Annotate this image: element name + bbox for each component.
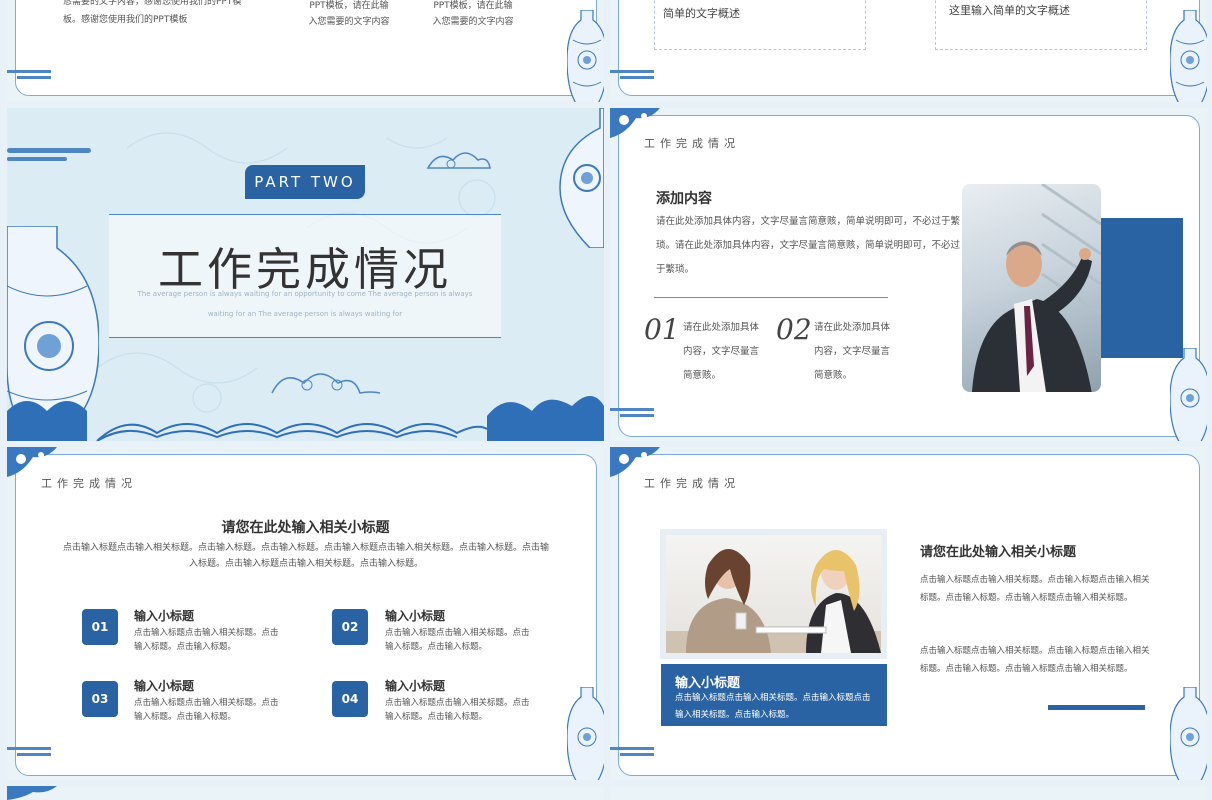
content-heading: 请您在此处输入相关小标题 (920, 545, 1077, 560)
cloud-stripe-decoration (610, 747, 654, 750)
item-text-01: 点击输入标题点击输入相关标题。点击输入标题。点击输入标题。 (134, 628, 279, 652)
cloud-stripe-decoration (17, 76, 51, 79)
slide-8-partial[interactable] (610, 786, 1207, 800)
vase-icon (1170, 687, 1207, 780)
content-heading: 请您在此处输入相关小标题 (221, 520, 390, 536)
item-title-03: 输入小标题 (134, 679, 195, 693)
item-text-03: 点击输入标题点击输入相关标题。点击输入标题。点击输入标题。 (134, 698, 279, 722)
wave-decoration (7, 396, 604, 441)
section-label: 工作完成情况 (644, 137, 740, 150)
meeting-photo (666, 535, 881, 653)
cloud-stripe-decoration (620, 753, 654, 756)
photo-frame (660, 529, 887, 659)
slide-2[interactable]: 简单的文字概述 这里输入简单的文字概述 (610, 0, 1207, 102)
number-badge-01: 01 (82, 609, 118, 645)
item-title-02: 输入小标题 (385, 609, 446, 623)
vase-icon (1170, 10, 1207, 102)
box-text-left: 简单的文字概述 (663, 7, 740, 20)
text-col-2: PPT模板，请在此输入您需要的文字内容 (308, 1, 390, 27)
cloud-stripe-decoration (7, 70, 51, 73)
cloud-stripe-decoration (17, 753, 51, 756)
corner-flower-icon (7, 786, 57, 800)
box-text-right: 这里输入简单的文字概述 (949, 4, 1070, 17)
item-text-02: 点击输入标题点击输入相关标题。点击输入标题。点击输入标题。 (385, 628, 530, 652)
number-badge-02: 02 (332, 609, 368, 645)
slide-4-content[interactable]: 工作完成情况 添加内容 请在此处添加具体内容，文字尽量言简意赅，简单说明即可，不… (610, 108, 1207, 441)
cloud-stripe-decoration (7, 157, 67, 161)
slide-6-content[interactable]: 工作完成情况 输入小标题 点击输入标题点击输入相关标题。点击输入标题点击输入相关… (610, 447, 1207, 780)
cloud-stripe-decoration (620, 76, 654, 79)
content-paragraph-1: 点击输入标题点击输入相关标题。点击输入标题点击输入相关标题。点击输入标题。点击输… (920, 575, 1150, 603)
item-text-01: 请在此处添加具体内容，文字尽量言简意赅。 (683, 322, 760, 381)
item-number-01: 01 (644, 313, 680, 346)
slide-7-partial[interactable] (7, 786, 604, 800)
accent-bar (1048, 705, 1145, 710)
slide-1[interactable]: 恳需要的文字内容，感谢您使用我们的PPT模板。感谢您使用我们的PPT模板 PPT… (7, 0, 604, 102)
cloud-stripe-decoration (620, 414, 654, 417)
cloud-stripe-decoration (610, 70, 654, 73)
item-text-04: 点击输入标题点击输入相关标题。点击输入标题。点击输入标题。 (385, 698, 530, 722)
divider-line (654, 297, 888, 298)
section-label: 工作完成情况 (41, 477, 137, 490)
number-badge-03: 03 (82, 681, 118, 717)
subtitle-box: 输入小标题 点击输入标题点击输入相关标题。点击输入标题点击输入相关标题。点击输入… (661, 664, 887, 726)
item-number-02: 02 (776, 313, 812, 346)
item-title-04: 输入小标题 (385, 679, 446, 693)
slide-3-section-title[interactable]: PART TWO 工作完成情况 The average person is al… (7, 108, 604, 441)
section-title: 工作完成情况 (157, 243, 452, 296)
section-label: 工作完成情况 (644, 477, 740, 490)
vase-icon (567, 10, 604, 102)
box-title: 输入小标题 (675, 676, 741, 691)
auspicious-cloud-icon (426, 152, 491, 169)
vase-icon (1170, 348, 1207, 441)
content-heading: 添加内容 (656, 191, 712, 207)
title-box: 工作完成情况 The average person is always wait… (109, 214, 501, 338)
cloud-stripe-decoration (7, 747, 51, 750)
number-badge-04: 04 (332, 681, 368, 717)
slide-5-content[interactable]: 工作完成情况 请您在此处输入相关小标题 点击输入标题点击输入相关标题。点击输入标… (7, 447, 604, 780)
item-text-02: 请在此处添加具体内容，文字尽量言简意赅。 (814, 322, 891, 381)
box-text: 点击输入标题点击输入相关标题。点击输入标题点击输入相关标题。点击输入标题。 (675, 693, 871, 720)
cloud-stripe-decoration (610, 408, 654, 411)
cloud-stripe-decoration (7, 148, 91, 153)
content-paragraph: 请在此处添加具体内容，文字尽量言简意赅，简单说明即可，不必过于繁琐。请在此处添加… (656, 216, 961, 275)
businessman-photo (962, 184, 1101, 392)
description-line-1: The average person is always waiting for… (137, 290, 473, 298)
content-paragraph-2: 点击输入标题点击输入相关标题。点击输入标题点击输入相关标题。点击输入标题。点击输… (920, 646, 1150, 674)
text-col-1: 恳需要的文字内容，感谢您使用我们的PPT模板。感谢您使用我们的PPT模板 (63, 0, 242, 25)
description-line-2: waiting for an The average person is alw… (207, 310, 403, 318)
part-badge: PART TWO (245, 165, 365, 199)
vase-icon (547, 108, 604, 248)
text-col-3: PPT模板，请在此输入您需要的文字内容 (432, 1, 514, 27)
content-paragraph: 点击输入标题点击输入相关标题。点击输入标题。点击输入标题。点击输入标题点击输入相… (62, 543, 549, 569)
blue-accent-block (1100, 218, 1183, 358)
vase-icon (567, 687, 604, 780)
item-title-01: 输入小标题 (134, 609, 195, 623)
